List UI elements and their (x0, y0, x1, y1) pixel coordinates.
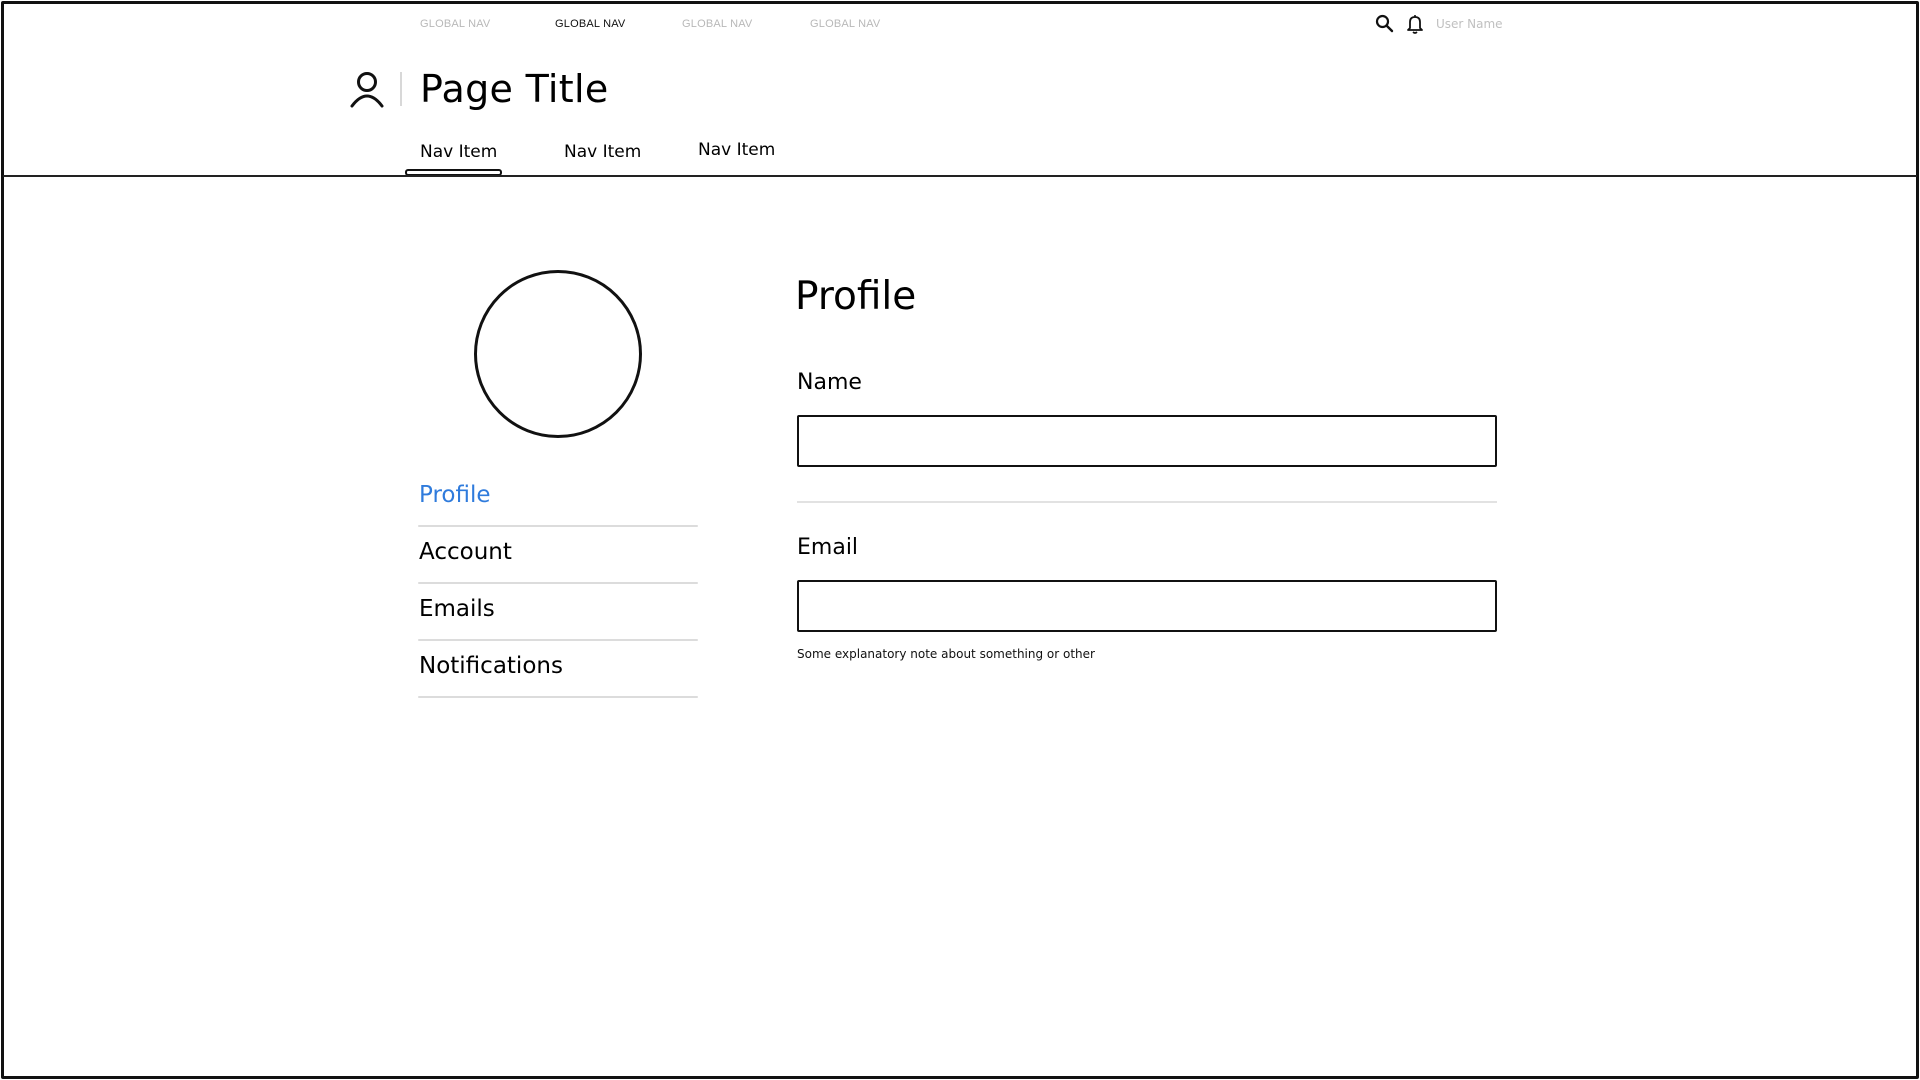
side-menu-item-account[interactable]: Account (418, 527, 698, 584)
global-nav-item-2[interactable]: GLOBAL NAV (555, 18, 625, 30)
global-nav: GLOBAL NAV GLOBAL NAV GLOBAL NAV GLOBAL … (0, 16, 1920, 36)
sub-nav-item-3[interactable]: Nav Item (698, 140, 775, 160)
settings-side-menu: Profile Account Emails Notifications (418, 470, 698, 698)
side-menu-item-notifications[interactable]: Notifications (418, 641, 698, 698)
email-input[interactable] (797, 580, 1497, 632)
sub-nav-item-label: Nav Item (698, 140, 776, 160)
email-help-note: Some explanatory note about something or… (797, 647, 1095, 661)
user-toolbar: User Name (1374, 12, 1503, 36)
global-nav-item-1[interactable]: GLOBAL NAV (420, 18, 490, 30)
sub-nav-item-1[interactable]: Nav Item (405, 142, 502, 176)
name-input[interactable] (797, 415, 1497, 467)
page-header: Page Title (348, 66, 609, 112)
email-label: Email (797, 535, 859, 560)
global-nav-item-3[interactable]: GLOBAL NAV (682, 18, 752, 30)
avatar[interactable] (474, 270, 642, 438)
title-divider (400, 72, 402, 106)
side-menu-item-emails[interactable]: Emails (418, 584, 698, 641)
bell-icon[interactable] (1404, 13, 1426, 35)
form-title: Profile (795, 274, 917, 319)
header-divider (3, 175, 1917, 177)
global-nav-item-4[interactable]: GLOBAL NAV (810, 18, 880, 30)
search-icon[interactable] (1374, 13, 1396, 35)
user-name-link[interactable]: User Name (1436, 17, 1503, 31)
side-menu-item-profile[interactable]: Profile (418, 470, 698, 527)
sub-nav: Nav Item Nav Item Nav Item (0, 140, 1920, 176)
page-title: Page Title (420, 67, 609, 111)
sub-nav-item-label: Nav Item (420, 142, 498, 162)
user-icon (348, 69, 386, 109)
sub-nav-item-2[interactable]: Nav Item (564, 142, 641, 162)
form-divider (797, 501, 1497, 503)
name-label: Name (797, 370, 862, 395)
sub-nav-item-label: Nav Item (564, 142, 642, 162)
